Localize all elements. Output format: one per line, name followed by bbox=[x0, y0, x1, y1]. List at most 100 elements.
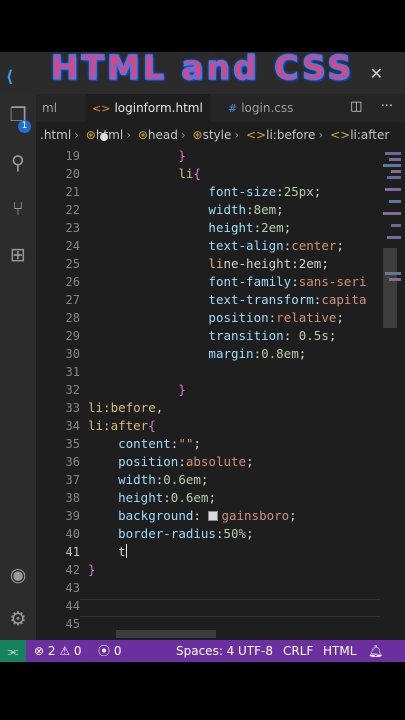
line-number: 20 bbox=[65, 167, 80, 181]
vscode-window: ⟨ ✕ ❐ 1 ⚲ ⑂ ⊞ ◉ ⚙ ml <> loginform.html # l… bbox=[0, 52, 405, 662]
line-number: 45 bbox=[65, 617, 80, 631]
eol-status[interactable]: CRLF bbox=[283, 640, 313, 662]
code-editor[interactable]: 19 20 21 22 23 24 25 26 27 28 29 30 31 32 33 34 35 36 37 38… bbox=[36, 148, 405, 642]
line-number: 25 bbox=[65, 257, 80, 271]
code-line[interactable]: t bbox=[88, 543, 127, 561]
selector-icon: <> bbox=[330, 128, 351, 142]
remote-icon[interactable]: ⫘ bbox=[0, 640, 26, 662]
code-line[interactable]: li:after{ bbox=[88, 417, 156, 435]
line-number: 31 bbox=[65, 365, 80, 379]
ports-count: 0 bbox=[113, 644, 122, 658]
line-number: 33 bbox=[65, 401, 80, 415]
breadcrumb-item[interactable]: li:after bbox=[350, 128, 389, 142]
line-number: 42 bbox=[65, 563, 80, 577]
notifications-bell-icon[interactable]: 🔔︎ bbox=[368, 640, 383, 662]
code-line[interactable]: margin:0.8em; bbox=[88, 345, 306, 363]
line-number-gutter: 19 20 21 22 23 24 25 26 27 28 29 30 31 32 33 34 35 36 37 38… bbox=[36, 148, 80, 642]
editor-actions: ◫ ··· bbox=[350, 99, 393, 114]
code-line[interactable]: } bbox=[88, 381, 186, 399]
line-number: 27 bbox=[65, 293, 80, 307]
tab-prev[interactable]: ml bbox=[36, 94, 63, 122]
split-editor-icon[interactable]: ◫ bbox=[350, 99, 362, 114]
line-number: 28 bbox=[65, 311, 80, 325]
source-control-icon[interactable]: ⑂ bbox=[7, 198, 29, 220]
line-number: 26 bbox=[65, 275, 80, 289]
explorer-badge: 1 bbox=[18, 120, 31, 133]
ports-status[interactable]: ⦿ 0 bbox=[98, 640, 121, 662]
code-line[interactable]: text-align:center; bbox=[88, 237, 343, 255]
line-number: 29 bbox=[65, 329, 80, 343]
problems-status[interactable]: ⊗ 2 ⚠ 0 bbox=[34, 640, 82, 662]
line-number: 32 bbox=[65, 383, 80, 397]
code-line[interactable]: background: gainsboro; bbox=[88, 507, 297, 525]
selector-icon: <> bbox=[246, 128, 267, 142]
code-line[interactable]: font-size:25px; bbox=[88, 183, 321, 201]
line-number: 19 bbox=[65, 149, 80, 163]
code-line[interactable]: li:before, bbox=[88, 399, 163, 417]
css-file-icon: # bbox=[228, 102, 238, 115]
code-line[interactable]: font-family:sans-seri bbox=[88, 273, 366, 291]
encoding-status[interactable]: UTF-8 bbox=[238, 640, 273, 662]
vertical-scrollbar[interactable] bbox=[383, 248, 397, 328]
code-area[interactable]: } li{ font-size:25px; width:8em; height:… bbox=[88, 148, 388, 642]
code-line[interactable]: height:2em; bbox=[88, 219, 291, 237]
account-icon[interactable]: ◉ bbox=[7, 564, 29, 586]
code-line[interactable]: } bbox=[88, 148, 186, 165]
error-count: 2 bbox=[47, 644, 56, 658]
breadcrumb-item[interactable]: li:before bbox=[266, 128, 315, 142]
element-icon: ⊛ bbox=[192, 128, 203, 142]
warning-count: 0 bbox=[73, 644, 82, 658]
code-line[interactable]: } bbox=[88, 561, 96, 579]
broadcast-icon: ⦿ bbox=[98, 644, 111, 658]
code-line[interactable]: line-height:2em; bbox=[88, 255, 328, 273]
html-file-icon: <> bbox=[92, 102, 111, 115]
breadcrumb: .html › ⊛html › ⊛head › ⊛style › <>li:before… bbox=[40, 128, 390, 142]
line-number: 35 bbox=[65, 437, 80, 451]
code-line[interactable]: transition: 0.5s; bbox=[88, 327, 336, 345]
settings-gear-icon[interactable]: ⚙ bbox=[7, 608, 29, 630]
code-line[interactable]: position:absolute; bbox=[88, 453, 254, 471]
tab-login-css[interactable]: # login.css bbox=[222, 94, 299, 122]
code-line[interactable]: width:8em; bbox=[88, 201, 283, 219]
extensions-icon[interactable]: ⊞ bbox=[7, 244, 29, 266]
more-actions-icon[interactable]: ··· bbox=[381, 99, 393, 114]
search-icon[interactable]: ⚲ bbox=[7, 152, 29, 174]
breadcrumb-item[interactable]: .html bbox=[40, 128, 71, 142]
breadcrumb-item[interactable]: html bbox=[96, 128, 123, 142]
line-number: 21 bbox=[65, 185, 80, 199]
status-bar: ⫘ ⊗ 2 ⚠ 0 ⦿ 0 Spaces: 4 UTF-8 CRLF HTML … bbox=[0, 640, 405, 662]
line-number: 40 bbox=[65, 527, 80, 541]
tab-label: login.css bbox=[241, 101, 294, 115]
language-status[interactable]: HTML bbox=[323, 640, 356, 662]
line-number: 41 bbox=[65, 545, 80, 559]
code-line[interactable]: height:0.6em; bbox=[88, 489, 216, 507]
breadcrumb-item[interactable]: head bbox=[148, 128, 178, 142]
line-number: 23 bbox=[65, 221, 80, 235]
element-icon: ⊛ bbox=[85, 128, 96, 142]
code-line[interactable]: li{ bbox=[88, 165, 201, 183]
text-cursor bbox=[125, 544, 127, 558]
breadcrumb-item[interactable]: style bbox=[203, 128, 232, 142]
indentation-status[interactable]: Spaces: 4 bbox=[176, 640, 234, 662]
code-line[interactable]: width:0.6em; bbox=[88, 471, 208, 489]
tab-bar: ml <> loginform.html # login.css ◫ ··· bbox=[36, 94, 405, 141]
tab-label: ml bbox=[42, 101, 58, 115]
line-number: 37 bbox=[65, 473, 80, 487]
code-line[interactable]: text-transform:capita bbox=[88, 291, 366, 309]
line-number: 44 bbox=[65, 599, 80, 613]
line-number: 38 bbox=[65, 491, 80, 505]
horizontal-scrollbar[interactable] bbox=[116, 630, 216, 638]
line-number: 36 bbox=[65, 455, 80, 469]
tab-label: loginform.html bbox=[114, 101, 203, 115]
activity-bar: ❐ 1 ⚲ ⑂ ⊞ ◉ ⚙ bbox=[0, 94, 36, 644]
line-number: 30 bbox=[65, 347, 80, 361]
line-number: 34 bbox=[65, 419, 80, 433]
video-title-overlay: HTML and CSS bbox=[50, 47, 355, 88]
code-line[interactable]: border-radius:50%; bbox=[88, 525, 253, 543]
code-line[interactable]: position:relative; bbox=[88, 309, 344, 327]
line-number: 43 bbox=[65, 581, 80, 595]
code-line[interactable]: content:""; bbox=[88, 435, 201, 453]
line-number: 22 bbox=[65, 203, 80, 217]
color-swatch-icon[interactable] bbox=[208, 511, 219, 521]
tab-loginform-html[interactable]: <> loginform.html bbox=[86, 94, 210, 141]
